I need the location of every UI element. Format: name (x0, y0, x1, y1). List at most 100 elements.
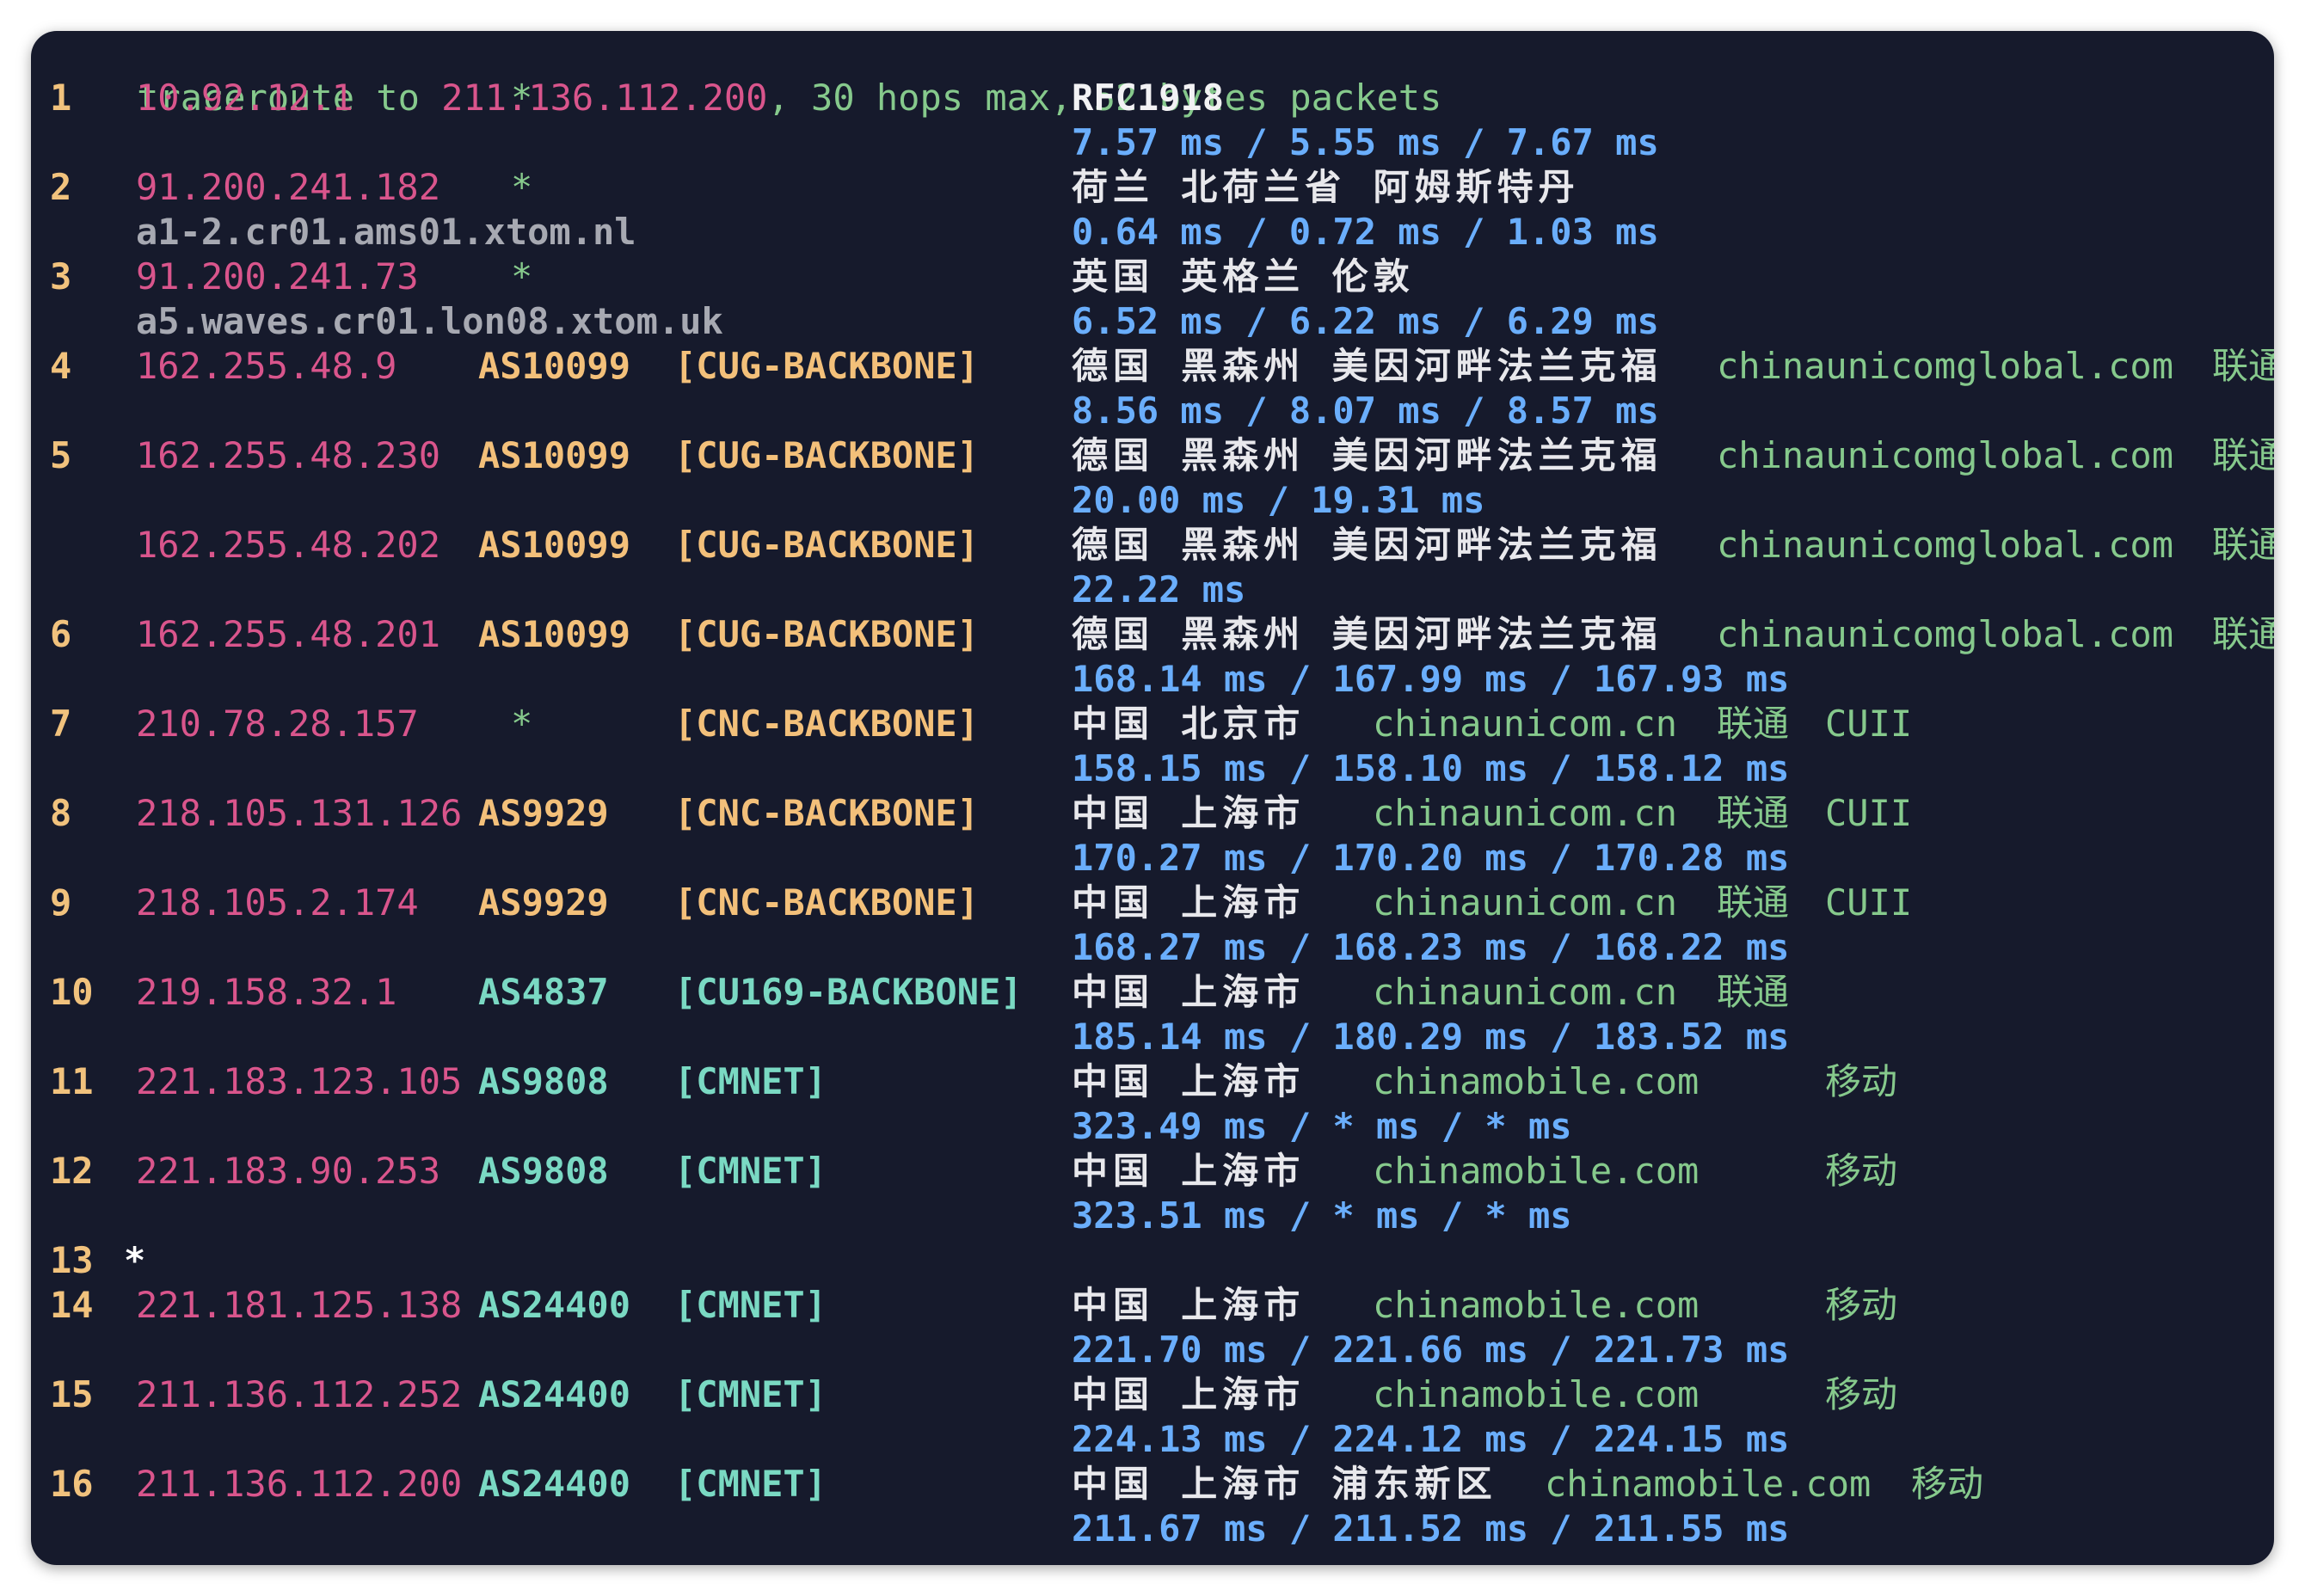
hop-asn: AS9808 (478, 1060, 609, 1102)
hop-asn: AS10099 (478, 613, 631, 655)
terminal-window[interactable]: traceroute to 211.136.112.200, 30 hops m… (31, 31, 2274, 1565)
hop-geo-location: 中国 北京市 (1072, 703, 1306, 745)
hop-isp: 联通 (2212, 613, 2274, 655)
hop-domain: chinaunicom.cn (1373, 703, 1678, 745)
hop-geo-location: 中国 上海市 (1072, 1373, 1306, 1415)
hop-ip: 218.105.131.126 (136, 792, 463, 834)
hop-network-label: CUII (1825, 881, 1913, 924)
hop-domain: chinamobile.com (1373, 1373, 1700, 1415)
hop-backbone-tag: [CMNET] (674, 1284, 827, 1326)
hop-geo-location: 中国 上海市 (1072, 971, 1306, 1013)
hop-ip: 218.105.2.174 (136, 881, 419, 924)
hop-row: 10 219.158.32.1 AS4837 [CU169-BACKBONE] 中国 上… (31, 970, 2274, 1059)
hop-ip: 162.255.48.201 (136, 613, 441, 655)
hop-hostname: a5.waves.cr01.lon08.xtom.uk (136, 300, 723, 342)
hop-number: 8 (50, 792, 72, 834)
hop-row: 11 221.183.123.105 AS9808 [CMNET] 中国 上海市 chin… (31, 1059, 2274, 1149)
hop-latency: 168.14 ms / 167.99 ms / 167.93 ms (1072, 658, 1790, 700)
hop-geo-location: 德国 黑森州 美因河畔法兰克福 (1072, 613, 1663, 655)
hop-asn: * (511, 166, 533, 208)
hop-ip: 219.158.32.1 (136, 971, 397, 1013)
hop-asn: AS24400 (478, 1373, 631, 1415)
hop-latency: 8.56 ms / 8.07 ms / 8.57 ms (1072, 390, 1659, 432)
hop-number: 5 (50, 434, 72, 476)
hop-backbone-tag: [CMNET] (674, 1463, 827, 1505)
hop-row: 5 162.255.48.230 AS10099 [CUG-BACKBONE] 德国 黑… (31, 433, 2274, 523)
hop-ip: 10.92.12.1 (136, 77, 353, 119)
hop-number: 9 (50, 881, 72, 924)
hop-backbone-tag: [CNC-BACKBONE] (674, 792, 980, 834)
hop-domain: chinamobile.com (1373, 1060, 1700, 1102)
hop-row: 12 221.183.90.253 AS9808 [CMNET] 中国 上海市 china… (31, 1149, 2274, 1238)
hop-number: 2 (50, 166, 72, 208)
hop-number: 7 (50, 703, 72, 745)
hop-domain: chinaunicomglobal.com (1717, 345, 2174, 387)
hop-backbone-tag: [CNC-BACKBONE] (674, 703, 980, 745)
hop-domain: chinamobile.com (1545, 1463, 1872, 1505)
hop-row: 6 162.255.48.201 AS10099 [CUG-BACKBONE] 德国 黑… (31, 612, 2274, 702)
hop-backbone-tag: [CUG-BACKBONE] (674, 613, 980, 655)
hop-ip: 162.255.48.230 (136, 434, 441, 476)
hop-row: 14 221.181.125.138 AS24400 [CMNET] 中国 上海市 chi… (31, 1283, 2274, 1372)
hop-row: 3 91.200.241.73 * 英国 英格兰 伦敦 a5.waves.cr01.lo… (31, 255, 2274, 344)
hop-domain: chinaunicom.cn (1373, 792, 1678, 834)
hop-geo-location: 德国 黑森州 美因河畔法兰克福 (1072, 434, 1663, 476)
hop-ip: 221.181.125.138 (136, 1284, 463, 1326)
hop-ip: 162.255.48.202 (136, 524, 441, 566)
hop-latency: 168.27 ms / 168.23 ms / 168.22 ms (1072, 926, 1790, 968)
hop-latency: 185.14 ms / 180.29 ms / 183.52 ms (1072, 1016, 1790, 1058)
hop-isp: 移动 (1825, 1060, 1898, 1102)
hop-geo-location: 荷兰 北荷兰省 阿姆斯特丹 (1072, 166, 1580, 208)
hop-latency: 211.67 ms / 211.52 ms / 211.55 ms (1072, 1507, 1790, 1550)
hop-network-label: CUII (1825, 792, 1913, 834)
hop-ip: 162.255.48.9 (136, 345, 397, 387)
hop-asn: AS4837 (478, 971, 609, 1013)
hop-latency: 7.57 ms / 5.55 ms / 7.67 ms (1072, 121, 1659, 163)
hop-asn: AS9929 (478, 792, 609, 834)
hop-latency: 323.51 ms / * ms / * ms (1072, 1194, 1572, 1237)
hop-isp: 联通 (2212, 524, 2274, 566)
traceroute-header: traceroute to 211.136.112.200, 30 hops m… (50, 31, 1441, 119)
hop-number: 4 (50, 345, 72, 387)
hop-asn: AS9929 (478, 881, 609, 924)
hop-latency: 22.22 ms (1072, 568, 1246, 611)
hop-geo-location: 中国 上海市 浦东新区 (1072, 1463, 1497, 1505)
hop-latency: 20.00 ms / 19.31 ms (1072, 479, 1485, 521)
hop-row: 7 210.78.28.157 * [CNC-BACKBONE] 中国 北京市 china… (31, 702, 2274, 791)
hop-row: 162.255.48.202 AS10099 [CUG-BACKBONE] 德国 黑森… (31, 523, 2274, 612)
hop-row: 15 211.136.112.252 AS24400 [CMNET] 中国 上海市 chi… (31, 1372, 2274, 1462)
hop-isp: 移动 (1911, 1463, 1984, 1505)
hop-geo-location: 中国 上海市 (1072, 1150, 1306, 1192)
hop-number: 13 (50, 1239, 94, 1281)
hop-geo-location: 英国 英格兰 伦敦 (1072, 255, 1415, 298)
hop-latency: 6.52 ms / 6.22 ms / 6.29 ms (1072, 300, 1659, 342)
hop-row: 16 211.136.112.200 AS24400 [CMNET] 中国 上海市 浦东… (31, 1462, 2274, 1551)
hop-row: 4 162.255.48.9 AS10099 [CUG-BACKBONE] 德国 黑森州… (31, 344, 2274, 433)
hop-asn: AS10099 (478, 345, 631, 387)
hop-isp: 联通 (1717, 881, 1790, 924)
hop-asn: AS10099 (478, 434, 631, 476)
hop-number: 1 (50, 77, 72, 119)
hop-backbone-tag: [CU169-BACKBONE] (674, 971, 1023, 1013)
hop-asn: * (511, 255, 533, 298)
hop-geo-location: 德国 黑森州 美因河畔法兰克福 (1072, 345, 1663, 387)
hop-ip: 221.183.90.253 (136, 1150, 441, 1192)
hop-ip: 91.200.241.73 (136, 255, 419, 298)
hop-number: 12 (50, 1150, 94, 1192)
hop-asn: * (511, 703, 533, 745)
hop-latency: 224.13 ms / 224.12 ms / 224.15 ms (1072, 1418, 1790, 1460)
hop-asn: * (511, 77, 533, 119)
hop-hostname: a1-2.cr01.ams01.xtom.nl (136, 211, 636, 253)
hop-ip: 211.136.112.200 (136, 1463, 463, 1505)
hop-number: 10 (50, 971, 94, 1013)
hop-latency: 221.70 ms / 221.66 ms / 221.73 ms (1072, 1329, 1790, 1371)
hop-number: 11 (50, 1060, 94, 1102)
hop-backbone-tag: [CNC-BACKBONE] (674, 881, 980, 924)
hop-asn: AS9808 (478, 1150, 609, 1192)
hop-row: 8 218.105.131.126 AS9929 [CNC-BACKBONE] 中国 上… (31, 791, 2274, 881)
hop-isp: 移动 (1825, 1284, 1898, 1326)
hop-latency: 0.64 ms / 0.72 ms / 1.03 ms (1072, 211, 1659, 253)
hop-asn: AS24400 (478, 1284, 631, 1326)
hop-backbone-tag: [CMNET] (674, 1373, 827, 1415)
hop-backbone-tag: [CUG-BACKBONE] (674, 345, 980, 387)
